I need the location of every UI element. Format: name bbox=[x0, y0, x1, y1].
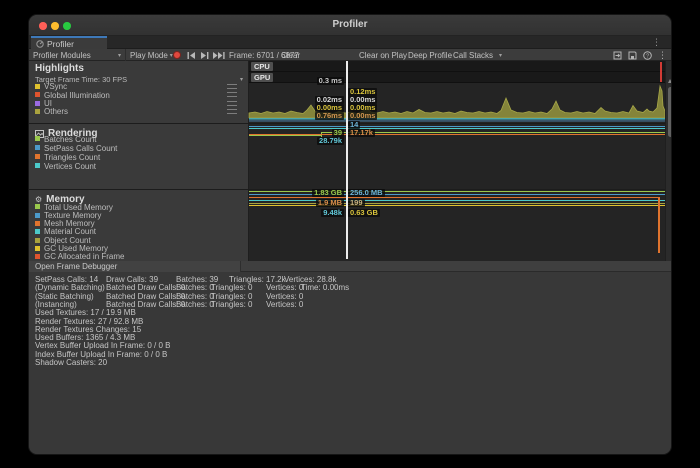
legend-color-swatch bbox=[35, 254, 40, 259]
legend-color-swatch bbox=[35, 145, 40, 150]
value-chip: 256.0 MB bbox=[348, 189, 385, 197]
profiler-modules-dropdown[interactable]: Profiler Modules ▾ bbox=[29, 49, 126, 61]
current-frame-marker bbox=[660, 62, 662, 82]
gpu-timeline-strip[interactable]: GPU bbox=[249, 72, 665, 83]
value-chip: 1.9 MB bbox=[316, 199, 344, 207]
details-row: (Instancing) Batched Draw Calls: 0 Batch… bbox=[29, 300, 672, 308]
material-count-line bbox=[249, 200, 665, 201]
legend-color-swatch bbox=[35, 204, 40, 209]
gpu-label: GPU bbox=[251, 73, 273, 82]
legend-color-swatch bbox=[35, 229, 40, 234]
chart-scrollbar-thumb[interactable] bbox=[668, 87, 673, 137]
legend-color-swatch bbox=[35, 246, 40, 251]
legend-item-global-illumination[interactable]: Global Illumination bbox=[35, 91, 245, 99]
cpu-label: CPU bbox=[251, 62, 273, 71]
legend-color-swatch bbox=[35, 238, 40, 243]
profiler-toolbar: Profiler Modules ▾ Play Mode ▾ Frame: 67… bbox=[29, 49, 671, 61]
triangles-line bbox=[249, 134, 665, 135]
drag-handle-icon[interactable] bbox=[227, 101, 237, 106]
details-row: (Dynamic Batching) Batched Draw Calls: 0… bbox=[29, 283, 672, 291]
clear-on-play-button[interactable]: Clear on Play bbox=[359, 49, 407, 61]
svg-text:?: ? bbox=[646, 53, 649, 59]
chevron-down-icon: ▾ bbox=[240, 76, 243, 83]
legend-item-setpass-calls-count[interactable]: SetPass Calls Count bbox=[35, 144, 245, 152]
tab-overflow-menu-icon[interactable]: ⋮ bbox=[652, 37, 661, 48]
legend-color-swatch bbox=[35, 84, 40, 89]
previous-frame-icon bbox=[187, 52, 196, 59]
details-row: (Static Batching) Batched Draw Calls: 0 … bbox=[29, 292, 672, 300]
tab-label: Profiler bbox=[47, 39, 74, 49]
profiler-chart-area[interactable]: CPU GPU bbox=[249, 61, 672, 261]
previous-frame-button[interactable] bbox=[187, 49, 196, 61]
clear-button[interactable]: Clear bbox=[281, 49, 300, 61]
highlights-module-header[interactable]: Highlights bbox=[35, 63, 84, 74]
vertices-line bbox=[249, 128, 665, 129]
setpass-calls-line bbox=[249, 126, 665, 127]
rendering-details-panel: SetPass Calls: 14 Draw Calls: 39 Batches… bbox=[29, 272, 672, 455]
value-chip: 28.79k bbox=[317, 137, 344, 145]
value-chip: 199 bbox=[348, 199, 365, 207]
modules-sidebar: Highlights Target Frame Time: 30 FPS ▾ V… bbox=[29, 61, 249, 261]
value-chip: 17.17k bbox=[348, 129, 375, 137]
mesh-memory-drop bbox=[658, 197, 660, 253]
drag-handle-icon[interactable] bbox=[227, 109, 237, 114]
frame-debugger-row: Open Frame Debugger bbox=[29, 261, 672, 272]
legend-item-triangles-count[interactable]: Triangles Count bbox=[35, 153, 245, 161]
legend-item-gc-allocated-in-frame[interactable]: GC Allocated in Frame bbox=[35, 253, 245, 261]
last-frame-icon bbox=[213, 52, 225, 59]
highlights-chart bbox=[249, 83, 665, 123]
chart-scrollbar[interactable] bbox=[665, 61, 672, 261]
profiler-modules-area: Highlights Target Frame Time: 30 FPS ▾ V… bbox=[29, 61, 672, 261]
value-chip: 0.3 ms bbox=[317, 77, 344, 85]
profiler-gauge-icon bbox=[36, 40, 44, 48]
legend-color-swatch bbox=[35, 109, 40, 114]
next-frame-button[interactable] bbox=[200, 49, 209, 61]
record-button[interactable] bbox=[173, 49, 181, 61]
record-icon bbox=[173, 51, 181, 59]
play-mode-dropdown[interactable]: Play Mode ▾ bbox=[130, 49, 173, 61]
call-stacks-dropdown[interactable]: Call Stacks ▾ bbox=[453, 49, 502, 61]
tab-bar: Profiler ⋮ bbox=[29, 36, 671, 49]
drag-handle-icon[interactable] bbox=[227, 92, 237, 97]
chevron-down-icon: ▾ bbox=[118, 52, 121, 59]
legend-color-swatch bbox=[35, 221, 40, 226]
scrollbar-arrow-icon[interactable] bbox=[668, 79, 672, 83]
legend-item-batches-count[interactable]: Batches Count bbox=[35, 135, 245, 143]
next-frame-icon bbox=[200, 52, 209, 59]
help-icon[interactable]: ? bbox=[643, 51, 652, 60]
legend-color-swatch bbox=[35, 154, 40, 159]
mesh-memory-line bbox=[249, 197, 659, 198]
load-profile-icon[interactable] bbox=[613, 51, 622, 60]
gc-used-memory-line bbox=[249, 205, 665, 206]
legend-color-swatch bbox=[35, 213, 40, 218]
profiler-window: Profiler Profiler ⋮ Profiler Modules ▾ P… bbox=[28, 14, 672, 455]
value-chip: 1.83 GB bbox=[312, 189, 344, 197]
window-titlebar[interactable]: Profiler bbox=[29, 15, 671, 36]
tab-profiler[interactable]: Profiler bbox=[31, 36, 107, 49]
save-profile-icon[interactable] bbox=[628, 51, 637, 60]
details-row: SetPass Calls: 14 Draw Calls: 39 Batches… bbox=[29, 275, 672, 283]
details-line: Shadow Casters: 20 bbox=[35, 358, 107, 367]
screen: { "window": { "title": "Profiler" }, "ic… bbox=[0, 0, 700, 468]
value-chip: 0.63 GB bbox=[348, 209, 380, 217]
object-count-line bbox=[249, 203, 665, 204]
cpu-timeline-strip[interactable]: CPU bbox=[249, 61, 665, 72]
legend-item-vertices-count[interactable]: Vertices Count bbox=[35, 162, 245, 170]
open-frame-debugger-button[interactable]: Open Frame Debugger bbox=[29, 261, 241, 272]
legend-color-swatch bbox=[35, 136, 40, 141]
value-chip: 0.00ms bbox=[348, 112, 377, 120]
value-chip: 0.76ms bbox=[315, 112, 344, 120]
window-title: Profiler bbox=[29, 19, 671, 30]
legend-color-swatch bbox=[35, 101, 40, 106]
current-frame-button[interactable] bbox=[213, 49, 225, 61]
drag-handle-icon[interactable] bbox=[227, 84, 237, 89]
deep-profile-button[interactable]: Deep Profile bbox=[408, 49, 452, 61]
legend-color-swatch bbox=[35, 163, 40, 168]
chevron-down-icon: ▾ bbox=[499, 52, 502, 59]
legend-item-others[interactable]: Others bbox=[35, 107, 245, 115]
value-chip: 9.48k bbox=[321, 209, 344, 217]
legend-color-swatch bbox=[35, 92, 40, 97]
toolbar-context-menu-icon[interactable]: ⋮ bbox=[658, 50, 667, 61]
